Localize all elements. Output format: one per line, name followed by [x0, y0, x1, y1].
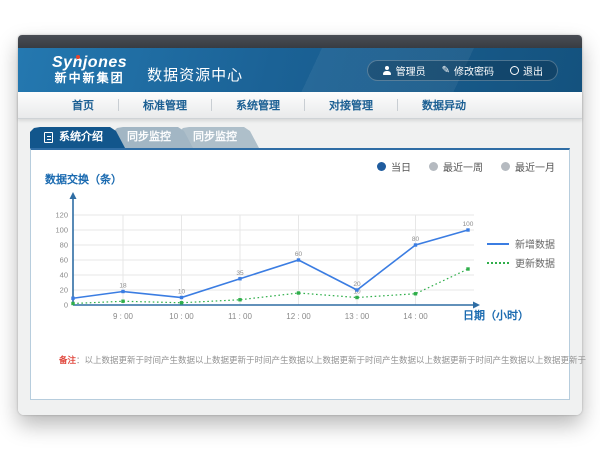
svg-text:100: 100	[55, 226, 68, 235]
edit-icon	[442, 65, 450, 76]
nav-item-1[interactable]: 标准管理	[119, 97, 211, 113]
footnote-prefix: 备注	[59, 355, 76, 365]
admin-user-button[interactable]: 管理员	[382, 63, 426, 78]
app-window: Synjones 新中新集团 数据资源中心 管理员 修改密码 退出 首页标准管理…	[18, 35, 582, 415]
svg-text:18: 18	[119, 283, 127, 290]
company-logo: Synjones 新中新集团	[52, 55, 127, 84]
radio-icon	[429, 162, 438, 171]
svg-text:11 : 00: 11 : 00	[228, 312, 252, 321]
user-menu: 管理员 修改密码 退出	[367, 60, 558, 81]
app-header: Synjones 新中新集团 数据资源中心 管理员 修改密码 退出	[18, 48, 582, 92]
range-option-label: 最近一月	[515, 159, 555, 174]
svg-text:80: 80	[412, 236, 420, 243]
range-option-label: 当日	[391, 159, 411, 174]
nav-item-2[interactable]: 系统管理	[212, 97, 304, 113]
document-icon	[44, 132, 53, 143]
svg-text:20: 20	[60, 286, 68, 295]
svg-text:12 : 00: 12 : 00	[286, 312, 311, 321]
nav-item-4[interactable]: 数据异动	[398, 97, 490, 113]
radio-icon	[377, 162, 386, 171]
window-top-strip	[18, 35, 582, 48]
svg-text:80: 80	[60, 241, 68, 250]
svg-text:9 : 00: 9 : 00	[113, 312, 134, 321]
svg-text:60: 60	[60, 256, 68, 265]
svg-text:35: 35	[236, 270, 244, 277]
logo-text-cn: 新中新集团	[52, 72, 127, 85]
range-option-0[interactable]: 当日	[377, 159, 411, 174]
page-title: 数据资源中心	[147, 64, 243, 85]
nav-item-0[interactable]: 首页	[48, 97, 118, 113]
chart-legend: 新增数据更新数据	[487, 234, 555, 272]
legend-label: 更新数据	[515, 255, 555, 270]
tab-1[interactable]: 同步监控	[113, 127, 193, 148]
legend-swatch	[487, 262, 509, 264]
svg-text:14 : 00: 14 : 00	[403, 312, 428, 321]
legend-swatch	[487, 243, 509, 245]
logo-text-en: Synjones	[52, 55, 127, 72]
tab-bar: 系统介绍 同步监控 同步监控	[30, 127, 570, 148]
user-icon	[382, 66, 392, 75]
tab-0[interactable]: 系统介绍	[30, 127, 125, 148]
main-nav: 首页标准管理系统管理对接管理数据异动	[18, 92, 582, 119]
footnote-text: ：以上数据更新于时间产生数据以上数据更新于时间产生数据以上数据更新于时间产生数据…	[76, 355, 586, 365]
chart-panel: 当日 最近一周 最近一月 数据交换（条） 0 20 40 60 80 100 120 9 : 00…	[30, 148, 570, 400]
svg-text:13 : 00: 13 : 00	[345, 312, 370, 321]
svg-text:10: 10	[178, 289, 186, 296]
power-icon	[510, 66, 519, 75]
range-option-2[interactable]: 最近一月	[501, 159, 555, 174]
legend-item-0: 新增数据	[487, 234, 555, 253]
svg-text:40: 40	[60, 271, 68, 280]
nav-item-3[interactable]: 对接管理	[305, 97, 397, 113]
content-area: 系统介绍 同步监控 同步监控 当日 最近一周 最近一月 数据交换（条） 0 20 40 60 8…	[18, 119, 582, 415]
svg-text:20: 20	[353, 281, 361, 288]
svg-text:100: 100	[463, 221, 474, 228]
y-axis-title: 数据交换（条）	[45, 171, 122, 187]
chart-svg: 0 20 40 60 80 100 120 9 : 00 10 : 00 11 : 00 12 : …	[43, 188, 493, 333]
range-option-1[interactable]: 最近一周	[429, 159, 483, 174]
svg-text:0: 0	[64, 301, 68, 310]
logout-label: 退出	[523, 63, 543, 78]
range-option-label: 最近一周	[443, 159, 483, 174]
change-password-button[interactable]: 修改密码	[442, 63, 494, 78]
svg-text:120: 120	[55, 211, 68, 220]
tab-label: 同步监控	[193, 131, 237, 143]
logout-button[interactable]: 退出	[510, 63, 543, 78]
x-axis-title: 日期（小时）	[463, 307, 529, 323]
admin-user-label: 管理员	[396, 63, 426, 78]
tab-label: 系统介绍	[59, 127, 103, 148]
range-options: 当日 最近一周 最近一月	[377, 159, 555, 174]
legend-label: 新增数据	[515, 236, 555, 251]
change-password-label: 修改密码	[454, 63, 494, 78]
footnote: 备注：以上数据更新于时间产生数据以上数据更新于时间产生数据以上数据更新于时间产生…	[59, 354, 586, 366]
tab-label: 同步监控	[127, 131, 171, 143]
legend-item-1: 更新数据	[487, 253, 555, 272]
svg-text:60: 60	[295, 251, 303, 258]
svg-text:10 : 00: 10 : 00	[169, 312, 194, 321]
radio-icon	[501, 162, 510, 171]
